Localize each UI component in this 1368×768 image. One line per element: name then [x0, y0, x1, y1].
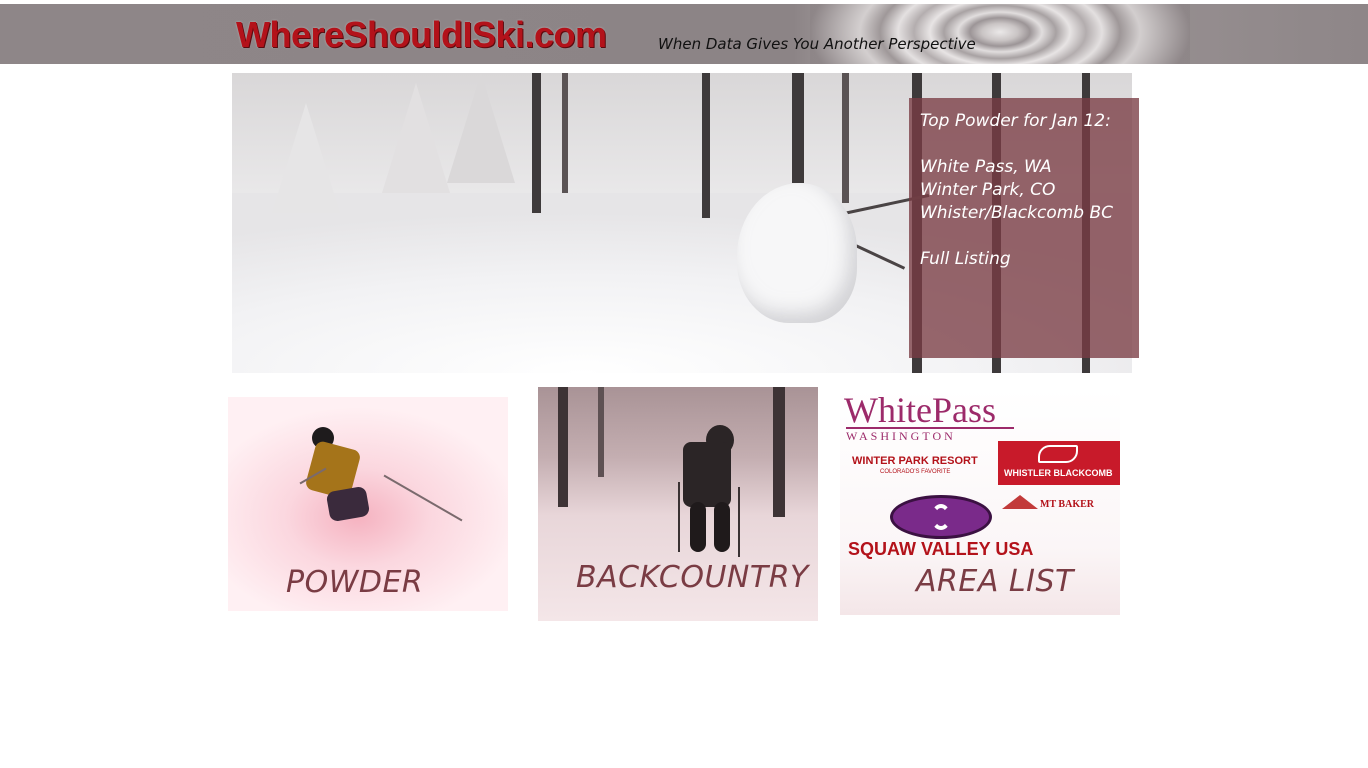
- resort-link-winter-park[interactable]: Winter Park, CO: [920, 179, 1128, 202]
- header-swirl-graphic: [810, 4, 1190, 64]
- backcountry-tile-label: BACKCOUNTRY: [576, 560, 809, 595]
- hero-tree-trunk: [792, 73, 804, 183]
- resort-link-whistler[interactable]: Whister/Blackcomb BC: [920, 202, 1128, 225]
- squaw-logo-mark: [890, 495, 992, 539]
- full-listing-link[interactable]: Full Listing: [920, 248, 1128, 271]
- resort-link-white-pass[interactable]: White Pass, WA: [920, 156, 1128, 179]
- top-powder-heading: Top Powder for Jan 12:: [920, 111, 1111, 131]
- backcountry-tree: [773, 387, 785, 517]
- white-pass-sub: WASHINGTON: [846, 427, 1014, 444]
- powder-tile-label: POWDER: [286, 565, 424, 600]
- area-list-tile[interactable]: WhitePass WASHINGTON WINTER PARK RESORT …: [840, 389, 1120, 615]
- site-logo[interactable]: WhereShouldISki.com: [236, 14, 607, 56]
- white-pass-logo: WhitePass: [844, 390, 996, 430]
- top-powder-panel: Top Powder for Jan 12: White Pass, WA Wi…: [909, 98, 1139, 358]
- hero-tree-trunk: [562, 73, 568, 193]
- powder-tile[interactable]: POWDER: [228, 397, 508, 611]
- backcountry-tile[interactable]: BACKCOUNTRY: [538, 387, 818, 621]
- backcountry-tree: [558, 387, 568, 507]
- backcountry-tree: [598, 387, 604, 477]
- hero-pine-tree: [272, 103, 340, 213]
- hero-snow-clump: [737, 183, 857, 323]
- squaw-logo-text: SQUAW VALLEY USA: [848, 539, 1034, 559]
- whistler-logo-mark: [1038, 445, 1078, 463]
- winter-park-sub: COLORADO'S FAVORITE: [880, 469, 951, 475]
- hero-tree-trunk: [532, 73, 541, 213]
- site-tagline: When Data Gives You Another Perspective: [658, 35, 976, 53]
- hero-pine-tree: [382, 83, 450, 193]
- whistler-logo-box: WHISTLER BLACKCOMB: [998, 441, 1120, 485]
- whistler-logo-text: WHISTLER BLACKCOMB: [1004, 468, 1113, 478]
- hero-pine-tree: [447, 73, 515, 183]
- hero-tree-trunk: [842, 73, 849, 203]
- area-list-tile-label: AREA LIST: [916, 564, 1074, 599]
- site-header: WhereShouldISki.com When Data Gives You …: [0, 4, 1368, 64]
- hero-tree-trunk: [702, 73, 710, 218]
- mt-baker-logo: MT BAKER: [1040, 499, 1094, 510]
- mt-baker-mountain-icon: [1002, 495, 1038, 509]
- winter-park-logo: WINTER PARK RESORT: [852, 455, 978, 467]
